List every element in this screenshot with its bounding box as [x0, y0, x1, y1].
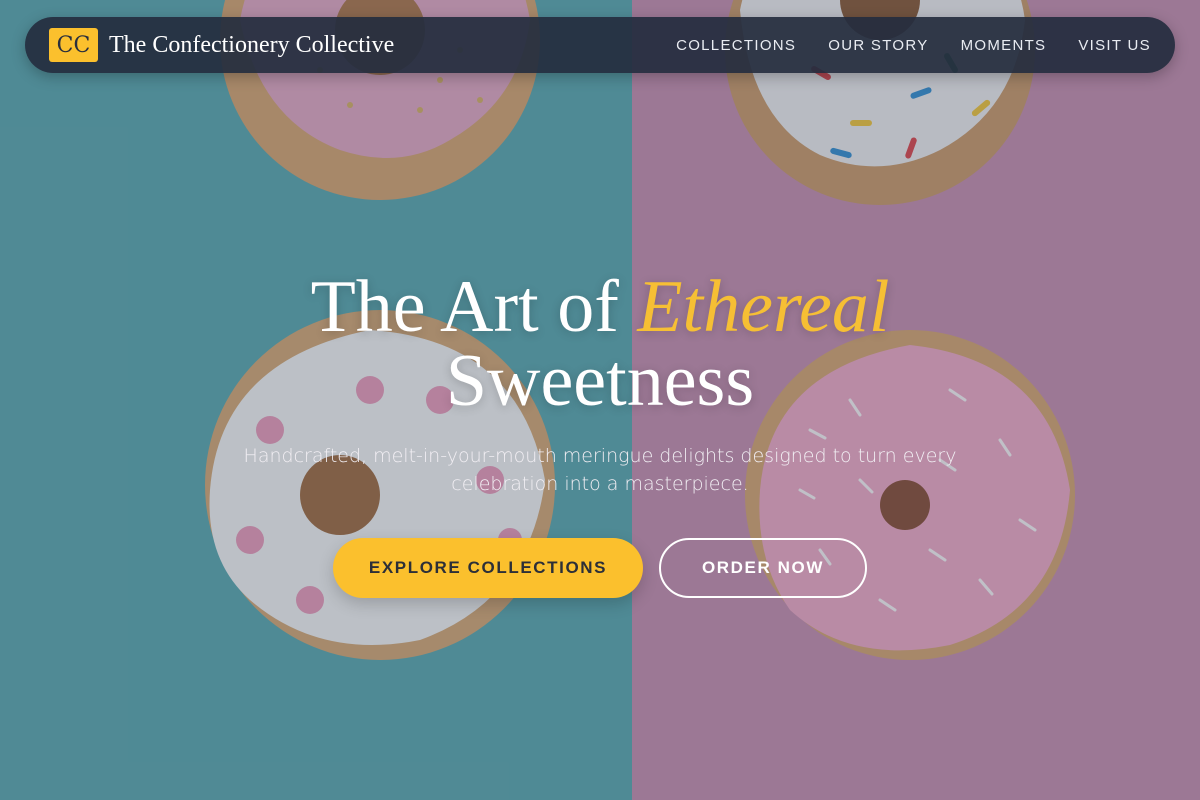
- brand-home-link[interactable]: CC The Confectionery Collective: [49, 28, 394, 62]
- hero-title-part2: Sweetness: [445, 340, 755, 422]
- nav-link-collections[interactable]: COLLECTIONS: [676, 37, 796, 54]
- hero-title: The Art of Ethereal Sweetness: [0, 270, 1200, 418]
- hero-title-part1: The Art of: [310, 266, 638, 348]
- hero-section: The Art of Ethereal Sweetness Handcrafte…: [0, 270, 1200, 598]
- top-navbar: CC The Confectionery Collective COLLECTI…: [25, 17, 1175, 73]
- nav-links: COLLECTIONS OUR STORY MOMENTS VISIT US: [644, 17, 1151, 73]
- nav-link-moments[interactable]: MOMENTS: [961, 37, 1047, 54]
- hero-actions: EXPLORE COLLECTIONS ORDER NOW: [0, 538, 1200, 598]
- order-now-button[interactable]: ORDER NOW: [659, 538, 867, 598]
- hero-title-highlight: Ethereal: [637, 266, 890, 348]
- brand-name: The Confectionery Collective: [109, 31, 395, 58]
- brand-logo: CC: [49, 28, 98, 62]
- nav-link-our-story[interactable]: OUR STORY: [828, 37, 928, 54]
- explore-collections-button[interactable]: EXPLORE COLLECTIONS: [333, 538, 643, 598]
- hero-subtitle: Handcrafted, melt-in-your-mouth meringue…: [243, 445, 957, 495]
- nav-link-visit-us[interactable]: VISIT US: [1078, 37, 1151, 54]
